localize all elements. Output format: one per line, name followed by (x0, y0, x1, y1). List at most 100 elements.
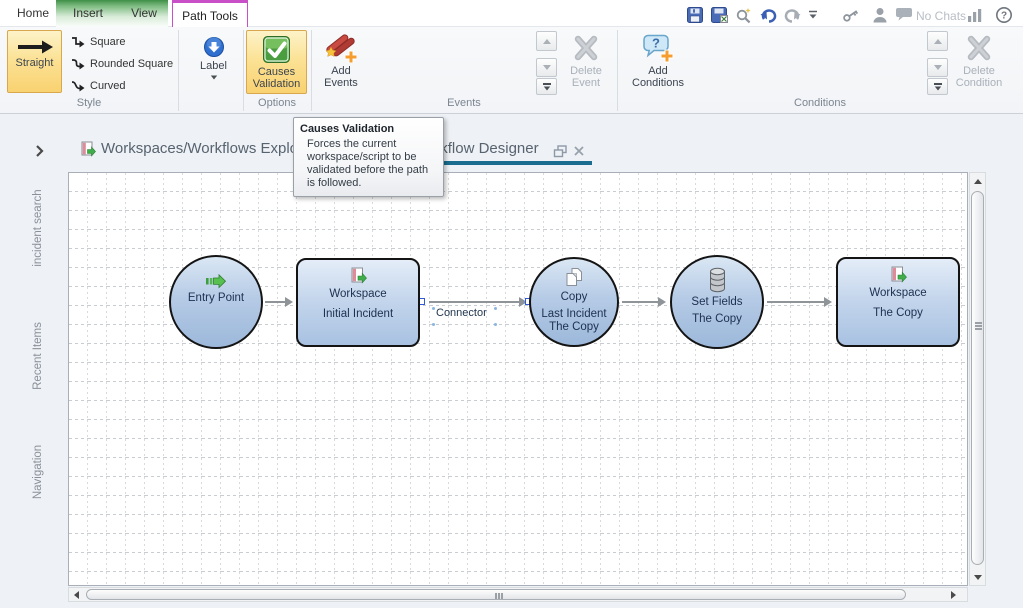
workspace-icon (350, 267, 367, 285)
left-arrow-icon (74, 591, 79, 599)
label-dropdown-arrow (210, 76, 216, 80)
user-icon[interactable] (871, 6, 889, 26)
group-divider (178, 30, 179, 111)
tab-home[interactable]: Home (10, 0, 56, 27)
label-button-label: Label (200, 60, 227, 72)
square-path-item[interactable]: Square (70, 34, 125, 50)
delete-x-icon (963, 33, 995, 63)
straight-path-button[interactable]: Straight (7, 30, 62, 93)
ribbon-tab-row: Home Insert View Path Tools No Chats ? (0, 0, 1023, 27)
chat-icon[interactable] (895, 6, 914, 26)
causes-validation-tooltip: Causes Validation Forces the current wor… (293, 117, 444, 197)
add-events-button[interactable]: Add Events (314, 30, 368, 94)
delete-condition-button[interactable]: Delete Condition (947, 30, 1011, 94)
close-icon[interactable] (573, 145, 585, 157)
group-divider (311, 30, 312, 111)
doc-tab-workspaces-workflows[interactable]: Workspaces/Workflows Explorer (101, 140, 316, 157)
add-conditions-label: Add Conditions (629, 65, 687, 89)
connector-setfields-to-workspace[interactable] (767, 301, 824, 303)
ribbon: Home Insert View Path Tools No Chats ? S… (0, 0, 1023, 114)
redo-icon[interactable] (783, 6, 802, 26)
node-workspace-initial-incident[interactable]: Workspace Initial Incident (296, 258, 420, 347)
delete-event-button[interactable]: Delete Event (559, 30, 613, 94)
scroll-right-button[interactable] (946, 588, 961, 601)
svg-text:?: ? (652, 36, 660, 51)
key-icon[interactable] (841, 6, 861, 26)
sidebar-item-incident-search[interactable]: incident search (32, 189, 44, 266)
help-icon[interactable]: ? (995, 6, 1013, 26)
group-divider (617, 30, 618, 111)
event-up-button[interactable] (536, 31, 557, 51)
add-conditions-button[interactable]: ? Add Conditions (627, 30, 689, 94)
no-chats-label: No Chats (916, 9, 966, 29)
connector-copy-to-setfields[interactable] (622, 301, 658, 303)
node-copy-last-incident[interactable]: Copy Last Incident The Copy (529, 257, 619, 347)
rounded-square-path-item[interactable]: Rounded Square (70, 56, 173, 72)
square-path-icon (70, 35, 86, 49)
straight-label: Straight (16, 57, 54, 69)
curved-path-item[interactable]: Curved (70, 78, 125, 94)
undo-icon[interactable] (759, 6, 778, 26)
scroll-left-button[interactable] (69, 588, 84, 601)
node-entry-point[interactable]: Entry Point (169, 255, 263, 349)
condition-bottom-button[interactable] (927, 78, 948, 95)
expand-chevron-icon[interactable] (34, 144, 46, 158)
curved-path-icon (70, 79, 86, 93)
condition-up-button[interactable] (927, 31, 948, 51)
causes-validation-label: Causes Validation (248, 66, 306, 90)
causes-validation-button[interactable]: Causes Validation (246, 30, 307, 94)
tab-insert[interactable]: Insert (64, 0, 112, 27)
workspace-doc-icon (80, 141, 96, 158)
tab-view[interactable]: View (122, 0, 166, 27)
label-icon (203, 36, 225, 58)
node-sublabel: Last Incident (541, 308, 606, 321)
node-workspace-the-copy[interactable]: Workspace The Copy (836, 257, 960, 347)
sidebar-item-navigation[interactable]: Navigation (32, 445, 44, 499)
connector-workspace-to-copy-selected[interactable] (429, 301, 519, 303)
stats-icon[interactable] (966, 6, 984, 26)
down-arrow-icon (934, 86, 940, 90)
style-group-caption: Style (49, 97, 129, 109)
events-group-caption: Events (424, 97, 504, 109)
node-set-fields-the-copy[interactable]: Set Fields The Copy (670, 255, 764, 349)
save-icon[interactable] (686, 6, 704, 26)
workflow-canvas[interactable]: Connector Entry Point Workspace Initial … (68, 172, 968, 586)
vertical-scroll-thumb[interactable] (971, 191, 984, 565)
horizontal-scrollbar[interactable] (68, 587, 968, 602)
scroll-down-button[interactable] (970, 569, 985, 585)
workspace-icon (890, 266, 907, 284)
float-window-icon[interactable] (553, 144, 568, 158)
save-as-icon[interactable] (710, 6, 728, 26)
document-tab-bar: Workspaces/Workflows Explorer Workflow D… (0, 115, 1023, 172)
copy-icon (564, 267, 585, 288)
node-sublabel: The Copy (873, 307, 923, 320)
connector-label[interactable]: Connector (436, 307, 487, 319)
selection-dot (432, 307, 435, 310)
tab-path-tools[interactable]: Path Tools (172, 0, 248, 27)
qat-more-icon[interactable] (807, 10, 819, 30)
event-bottom-button[interactable] (536, 78, 557, 95)
sidebar-item-recent-items[interactable]: Recent Items (32, 322, 44, 390)
thumb-grip (498, 593, 500, 599)
connector-entry-to-workspace[interactable] (265, 301, 285, 303)
svg-text:?: ? (1001, 11, 1007, 22)
move-to-bottom-icon (543, 83, 551, 85)
square-label: Square (90, 36, 125, 48)
node-label: Copy (561, 291, 588, 304)
add-events-icon (325, 33, 357, 63)
horizontal-scroll-thumb[interactable] (86, 589, 906, 600)
node-sublabel: Initial Incident (323, 308, 393, 321)
condition-down-button[interactable] (927, 58, 948, 77)
rounded-square-label: Rounded Square (90, 58, 173, 70)
scroll-up-button[interactable] (970, 173, 985, 189)
down-arrow-icon (543, 86, 549, 90)
label-button[interactable]: Label (191, 30, 236, 94)
event-down-button[interactable] (536, 58, 557, 77)
vertical-scrollbar[interactable] (969, 172, 986, 586)
up-arrow-icon (543, 39, 551, 44)
selection-dot (494, 323, 497, 326)
up-arrow-icon (934, 39, 942, 44)
find-icon[interactable] (735, 6, 753, 26)
tooltip-title: Causes Validation (300, 123, 437, 135)
conditions-group-caption: Conditions (780, 97, 860, 109)
